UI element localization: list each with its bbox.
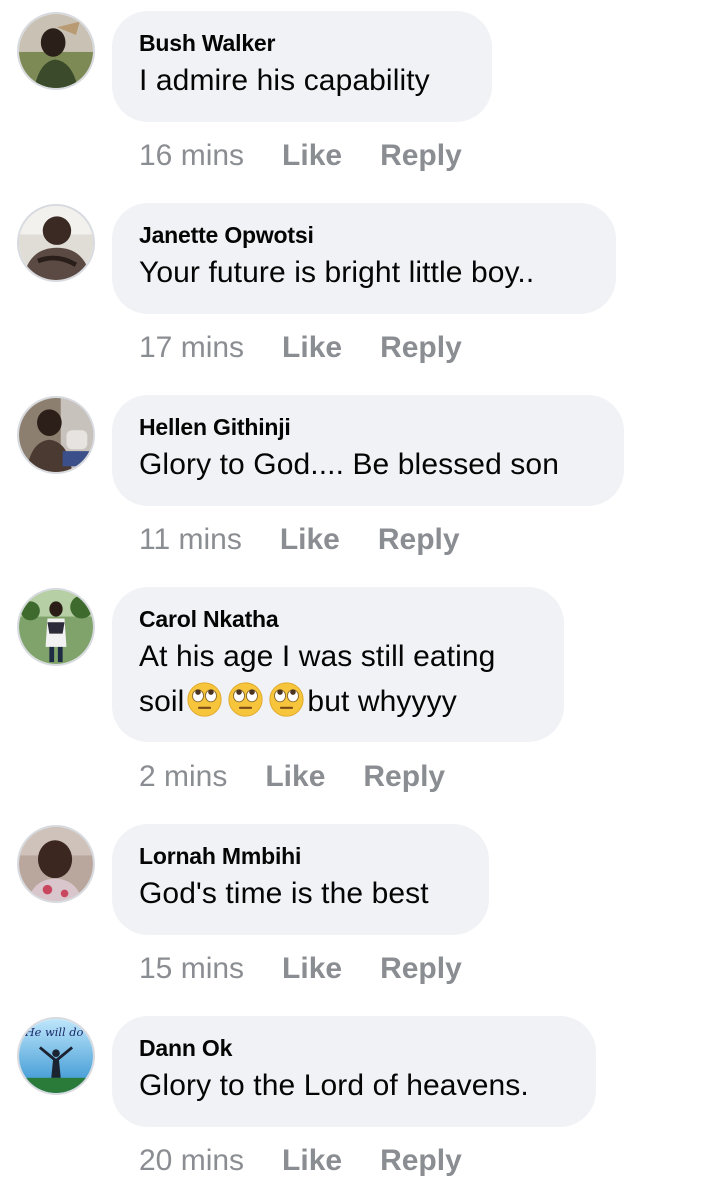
avatar-image: He will do: [19, 1019, 93, 1093]
face-with-rolling-eyes-icon: [227, 681, 264, 718]
comment-text-segment: soil: [139, 685, 185, 718]
comment-actions: 15 mins Like Reply: [139, 949, 462, 989]
avatar-image: [19, 827, 93, 901]
avatar[interactable]: [17, 396, 95, 474]
comment-timestamp[interactable]: 2 mins: [139, 757, 227, 797]
comment-timestamp[interactable]: 16 mins: [139, 136, 244, 176]
comment-author[interactable]: Hellen Githinji: [139, 412, 596, 442]
like-button[interactable]: Like: [265, 757, 325, 797]
comment-actions: 16 mins Like Reply: [139, 136, 462, 176]
like-button[interactable]: Like: [282, 136, 342, 176]
avatar-image: [19, 206, 93, 280]
like-button[interactable]: Like: [282, 1141, 342, 1181]
like-button[interactable]: Like: [282, 949, 342, 989]
comment-text-segment: but whyyyy: [307, 685, 457, 718]
reply-button[interactable]: Reply: [380, 1141, 462, 1181]
reply-button[interactable]: Reply: [363, 757, 445, 797]
avatar[interactable]: [17, 825, 95, 903]
comment-author[interactable]: Dann Ok: [139, 1033, 568, 1063]
avatar-image: [19, 14, 93, 88]
comment-actions: 2 mins Like Reply: [139, 757, 445, 797]
comment-bubble[interactable]: Carol Nkatha At his age I was still eati…: [112, 587, 564, 742]
comment-timestamp[interactable]: 17 mins: [139, 328, 244, 368]
comment-timestamp[interactable]: 20 mins: [139, 1141, 244, 1181]
avatar-image: [19, 398, 93, 472]
reply-button[interactable]: Reply: [380, 328, 462, 368]
like-button[interactable]: Like: [282, 328, 342, 368]
comment-author[interactable]: Bush Walker: [139, 28, 464, 58]
avatar[interactable]: He will do: [17, 1017, 95, 1095]
avatar[interactable]: [17, 204, 95, 282]
comment-timestamp[interactable]: 15 mins: [139, 949, 244, 989]
comment-bubble[interactable]: Lornah Mmbihi God's time is the best: [112, 824, 489, 935]
comment-text: Glory to God.... Be blessed son: [139, 448, 559, 481]
like-button[interactable]: Like: [280, 520, 340, 560]
comment-text: I admire his capability: [139, 64, 430, 97]
avatar[interactable]: [17, 12, 95, 90]
reply-button[interactable]: Reply: [380, 136, 462, 176]
face-with-rolling-eyes-icon: [268, 681, 305, 718]
comment-bubble[interactable]: Janette Opwotsi Your future is bright li…: [112, 203, 616, 314]
comment-bubble[interactable]: Dann Ok Glory to the Lord of heavens.: [112, 1016, 596, 1127]
comment-text: At his age I was still eating: [139, 640, 496, 673]
comment-author[interactable]: Carol Nkatha: [139, 604, 536, 634]
comment-actions: 11 mins Like Reply: [139, 520, 460, 560]
avatar-logo-text: He will do: [24, 1025, 84, 1039]
comment-actions: 17 mins Like Reply: [139, 328, 462, 368]
comment-actions: 20 mins Like Reply: [139, 1141, 462, 1181]
face-with-rolling-eyes-icon: [186, 681, 223, 718]
comment-bubble[interactable]: Bush Walker I admire his capability: [112, 11, 492, 122]
comment-timestamp[interactable]: 11 mins: [139, 520, 242, 560]
comment-text-line: soil but whyyyy: [139, 679, 536, 724]
comment-text: Your future is bright little boy..: [139, 256, 535, 289]
comment-bubble[interactable]: Hellen Githinji Glory to God.... Be bles…: [112, 395, 624, 506]
comment-author[interactable]: Janette Opwotsi: [139, 220, 588, 250]
avatar[interactable]: [17, 588, 95, 666]
reply-button[interactable]: Reply: [380, 949, 462, 989]
avatar-image: [19, 590, 93, 664]
comment-text: God's time is the best: [139, 877, 429, 910]
comment-text: Glory to the Lord of heavens.: [139, 1069, 529, 1102]
reply-button[interactable]: Reply: [378, 520, 460, 560]
comment-author[interactable]: Lornah Mmbihi: [139, 841, 461, 871]
